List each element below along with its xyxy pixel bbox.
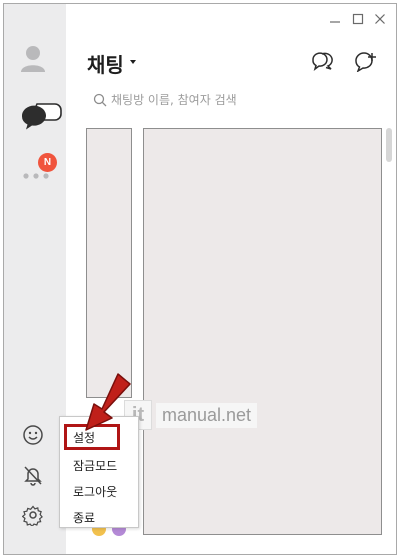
new-badge: N [38, 153, 57, 172]
bell-off-icon[interactable] [20, 462, 46, 488]
maximize-icon[interactable] [351, 12, 365, 26]
chat-list-thumbnails [86, 128, 132, 398]
app-window: N 채팅 it manual.net [3, 3, 397, 555]
sidebar: N [4, 4, 66, 554]
gear-icon[interactable] [20, 502, 46, 528]
new-chat-icon[interactable] [352, 48, 380, 74]
chevron-down-icon[interactable] [130, 60, 136, 64]
menu-item-exit[interactable]: 종료 [60, 504, 138, 530]
close-icon[interactable] [373, 12, 387, 26]
watermark-text: manual.net [156, 402, 258, 428]
profile-icon[interactable] [18, 42, 48, 76]
search-input[interactable] [111, 93, 361, 107]
menu-item-lock-mode[interactable]: 잠금모드 [60, 452, 138, 478]
emoji-icon[interactable] [20, 422, 46, 448]
chat-icon[interactable] [18, 100, 62, 136]
page-title[interactable]: 채팅 [87, 49, 124, 78]
annotation-arrow-icon [85, 373, 131, 431]
watermark: it manual.net [124, 400, 258, 430]
search-icon [93, 93, 107, 107]
minimize-icon[interactable] [328, 12, 342, 26]
menu-item-logout[interactable]: 로그아웃 [60, 478, 138, 504]
search-bar [93, 90, 373, 110]
open-chat-icon[interactable] [309, 48, 337, 74]
scrollbar[interactable] [386, 128, 392, 162]
chat-list [143, 128, 382, 535]
